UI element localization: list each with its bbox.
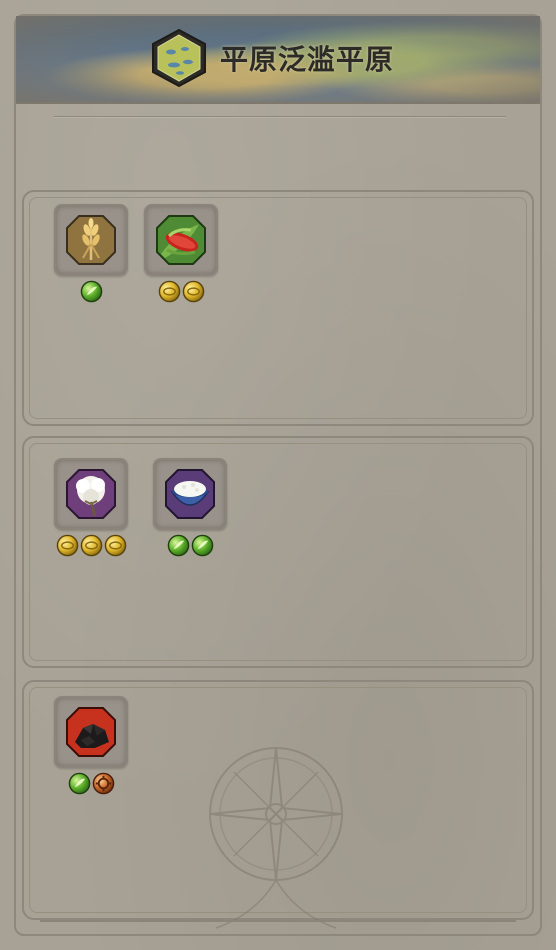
floodplains-tile-icon (152, 28, 206, 88)
food-icon (68, 772, 90, 795)
food-icon (80, 280, 102, 303)
resource-icon-frame (54, 204, 128, 276)
maize-icon (156, 215, 206, 265)
page-title: 平原泛滥平原 (220, 43, 395, 76)
gold-icon (158, 280, 180, 303)
compass-rose-icon (209, 747, 343, 929)
tile-info-panel: 平原泛滥平原 (0, 0, 556, 950)
yield-row (54, 772, 128, 795)
header-divider (54, 116, 506, 117)
header-banner: 平原泛滥平原 (16, 16, 540, 104)
cotton-icon (66, 469, 116, 519)
gold-icon (56, 534, 78, 557)
food-icon (191, 534, 213, 557)
resource-icon-frame (153, 458, 227, 530)
yield-row (144, 280, 218, 303)
resource-icon-frame (54, 458, 128, 530)
resource-wheat[interactable] (54, 204, 128, 303)
gold-icon (182, 280, 204, 303)
yield-row (54, 534, 128, 557)
resource-rice[interactable] (153, 458, 227, 557)
food-icon (167, 534, 189, 557)
gold-icon (104, 534, 126, 557)
gold-icon (80, 534, 102, 557)
yield-row (153, 534, 227, 557)
resource-icon-frame (144, 204, 218, 276)
resource-coal[interactable] (54, 696, 128, 795)
production-icon (92, 772, 114, 795)
resource-cotton[interactable] (54, 458, 128, 557)
resource-icon-frame (54, 696, 128, 768)
coal-icon (66, 707, 116, 757)
rice-icon (165, 469, 215, 519)
wheat-icon (66, 215, 116, 265)
bottom-divider (40, 920, 516, 922)
yield-row (54, 280, 128, 303)
resource-maize[interactable] (144, 204, 218, 303)
